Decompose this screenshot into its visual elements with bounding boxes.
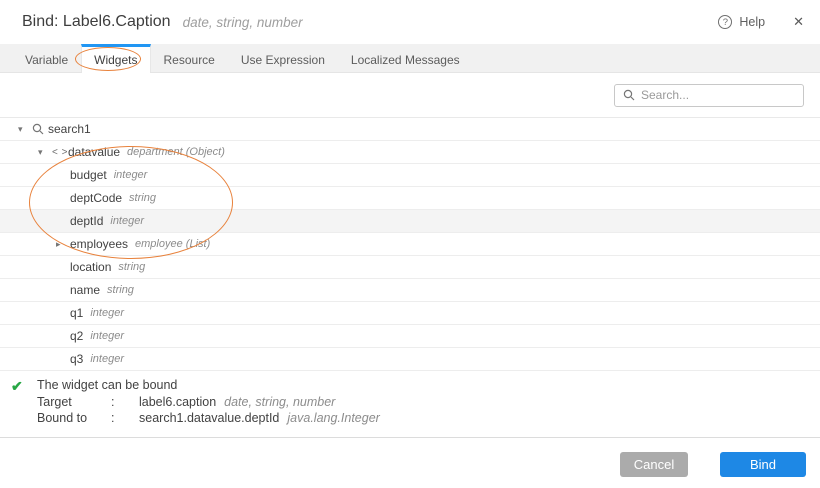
close-icon[interactable]: ✕ <box>793 14 804 30</box>
dialog-subtitle: date, string, number <box>183 15 303 30</box>
tree-node-label: q2 <box>70 329 83 343</box>
search-box[interactable] <box>614 84 804 107</box>
tree-node-label: name <box>70 283 100 297</box>
bound-to-label: Bound to <box>37 410 111 427</box>
tree-node-type: string <box>118 261 145 273</box>
check-column: ✔ <box>0 377 37 427</box>
tree-row-deptCode[interactable]: deptCode string <box>0 187 820 210</box>
help-icon: ? <box>718 15 732 29</box>
tree: ▾search1▾< >datavaluedepartment (Object)… <box>0 118 820 371</box>
tree-node-label: q1 <box>70 306 83 320</box>
search-icon <box>32 123 48 135</box>
footer: Cancel Bind <box>0 438 820 477</box>
tree-node-type: integer <box>114 169 148 181</box>
tree-node-type: string <box>107 284 134 296</box>
tab-label: Localized Messages <box>351 53 460 67</box>
tree-row-location[interactable]: location string <box>0 256 820 279</box>
tree-node-label: deptId <box>70 214 103 228</box>
tree-row-q2[interactable]: q2 integer <box>0 325 820 348</box>
tree-node-type: string <box>129 192 156 204</box>
tree-node-type: integer <box>90 307 124 319</box>
dialog-title: Bind: Label6.Caption <box>22 13 171 31</box>
target-type: date, string, number <box>224 394 335 411</box>
tab-label: Resource <box>164 53 215 67</box>
search-input[interactable] <box>635 88 803 102</box>
tree-node-type: integer <box>90 330 124 342</box>
toolbar <box>0 73 820 118</box>
tree-node-label: location <box>70 260 111 274</box>
target-label: Target <box>37 394 111 411</box>
check-icon: ✔ <box>11 378 23 394</box>
tab-label: Variable <box>25 53 68 67</box>
cancel-button[interactable]: Cancel <box>620 452 688 477</box>
target-colon: : <box>111 394 139 411</box>
tree-node-type: department (Object) <box>127 146 225 158</box>
tree-row-name[interactable]: name string <box>0 279 820 302</box>
tree-row-q1[interactable]: q1 integer <box>0 302 820 325</box>
bind-button[interactable]: Bind <box>720 452 806 477</box>
tree-node-type: integer <box>90 353 124 365</box>
bind-dialog: Bind: Label6.Caption date, string, numbe… <box>0 0 820 488</box>
tab-bar: Variable Widgets Resource Use Expression Loc… <box>0 44 820 73</box>
tree-node-label: budget <box>70 168 107 182</box>
bound-to-value: search1.datavalue.deptId <box>139 410 279 427</box>
tree-node-label: q3 <box>70 352 83 366</box>
dialog-header: Bind: Label6.Caption date, string, numbe… <box>0 0 820 44</box>
tree-row-datavalue[interactable]: ▾< >datavalue department (Object) <box>0 141 820 164</box>
code-icon: < > <box>52 147 68 158</box>
help-button[interactable]: ? Help <box>718 15 765 29</box>
tree-node-label: deptCode <box>70 191 122 205</box>
tab-use-expression[interactable]: Use Expression <box>228 44 338 72</box>
tab-label: Use Expression <box>241 53 325 67</box>
chevron-right-icon[interactable]: ▸ <box>56 239 70 250</box>
tab-resource[interactable]: Resource <box>151 44 228 72</box>
tree-node-label: employees <box>70 237 128 251</box>
tree-node-label: datavalue <box>68 145 120 159</box>
chevron-down-icon[interactable]: ▾ <box>18 124 32 135</box>
tree-row-budget[interactable]: budget integer <box>0 164 820 187</box>
status-message: The widget can be bound <box>37 377 380 394</box>
target-line: Target : label6.caption date, string, nu… <box>37 394 380 411</box>
tab-label: Widgets <box>94 53 137 67</box>
search-icon <box>623 89 635 101</box>
bound-to-type: java.lang.Integer <box>287 410 379 427</box>
status-lines: The widget can be bound Target : label6.… <box>37 377 380 427</box>
bound-to-colon: : <box>111 410 139 427</box>
tab-widgets[interactable]: Widgets <box>81 44 150 72</box>
target-value: label6.caption <box>139 394 216 411</box>
chevron-down-icon[interactable]: ▾ <box>38 147 52 158</box>
bound-to-line: Bound to : search1.datavalue.deptId java… <box>37 410 380 427</box>
tree-node-type: employee (List) <box>135 238 210 250</box>
tree-row-employees[interactable]: ▸employees employee (List) <box>0 233 820 256</box>
tree-row-deptId[interactable]: deptId integer <box>0 210 820 233</box>
tab-variable[interactable]: Variable <box>12 44 81 72</box>
tree-row-q3[interactable]: q3 integer <box>0 348 820 371</box>
tree-row-search1[interactable]: ▾ search1 <box>0 118 820 141</box>
tab-localized-messages[interactable]: Localized Messages <box>338 44 473 72</box>
tree-node-label: search1 <box>48 122 91 136</box>
status-panel: ✔ The widget can be bound Target : label… <box>0 371 820 438</box>
help-label: Help <box>739 15 765 29</box>
tree-node-type: integer <box>110 215 144 227</box>
